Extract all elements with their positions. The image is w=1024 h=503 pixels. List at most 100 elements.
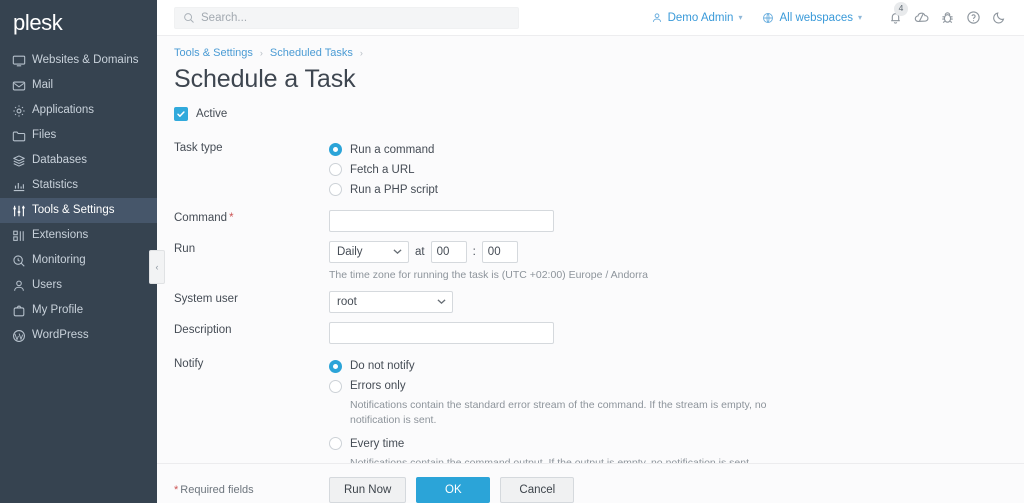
sidebar-item-label: Files [32,130,56,142]
breadcrumb-item-tools-settings[interactable]: Tools & Settings [174,47,253,59]
run-label: Run [174,241,329,255]
form-row-command: Command* [174,210,1024,232]
sidebar-item-label: Websites & Domains [32,55,139,67]
radio-label: Errors only [350,380,406,392]
wordpress-icon [12,328,32,344]
plesk-logo[interactable]: plesk [0,0,157,46]
search-icon [183,12,195,24]
sidebar-item-label: Mail [32,80,53,92]
radio-label: Fetch a URL [350,164,415,176]
content-area: Tools & Settings › Scheduled Tasks › Sch… [157,36,1024,463]
radio-every-time[interactable]: Every time [329,434,1024,454]
system-user-select[interactable]: root [329,291,453,313]
all-webspaces-menu[interactable]: All webspaces ▾ [762,12,862,24]
sidebar-item-users[interactable]: Users [0,273,157,298]
chevron-down-icon: ▾ [858,13,862,22]
errors-only-hint: Notifications contain the standard error… [350,398,780,427]
chevron-down-icon: ▾ [738,13,742,22]
sidebar-item-label: Databases [32,155,87,167]
ok-button[interactable]: OK [416,477,490,503]
demo-admin-menu[interactable]: Demo Admin ▾ [651,12,743,24]
sidebar-item-label: My Profile [32,305,83,317]
command-input[interactable] [329,210,554,232]
radio-errors-only[interactable]: Errors only [329,376,1024,396]
run-minute-input[interactable] [482,241,518,263]
sidebar-item-websites-domains[interactable]: Websites & Domains [0,48,157,73]
active-checkbox[interactable] [174,107,188,121]
sidebar-item-label: Statistics [32,180,78,192]
topbar: Demo Admin ▾ All webspaces ▾ 4 [157,0,1024,36]
cloud-icon[interactable] [908,5,934,31]
topbar-right: Demo Admin ▾ All webspaces ▾ 4 [651,5,1012,31]
radio-label: Do not notify [350,360,415,372]
run-at-text: at [415,246,425,258]
sidebar-collapse-button[interactable]: ‹ [149,250,165,284]
breadcrumb-separator: › [260,48,263,58]
sidebar-item-applications[interactable]: Applications [0,98,157,123]
schedule-task-form: Task type Run a command Fetch a URL R [174,140,1024,464]
cancel-button[interactable]: Cancel [500,477,574,503]
sidebar-item-databases[interactable]: Databases [0,148,157,173]
notify-options: Do not notify Errors only Notifications … [329,356,1024,463]
monitor-icon [12,53,32,69]
search-input[interactable] [201,12,510,24]
radio-fetch-a-url[interactable]: Fetch a URL [329,160,1024,180]
description-input[interactable] [329,322,554,344]
demo-admin-label: Demo Admin [668,12,734,24]
sidebar-item-my-profile[interactable]: My Profile [0,298,157,323]
sidebar-item-label: WordPress [32,330,89,342]
gear-icon [12,103,32,119]
radio-label: Every time [350,438,404,450]
sidebar-item-wordpress[interactable]: WordPress [0,323,157,348]
run-frequency-select-wrap: Daily [329,241,409,263]
breadcrumb-item-scheduled-tasks[interactable]: Scheduled Tasks [270,47,353,59]
active-checkbox-row: Active [174,106,1024,122]
system-user-select-wrap: root [329,291,453,313]
search-box[interactable] [174,7,519,29]
chevron-left-icon: ‹ [156,262,159,272]
description-label: Description [174,322,329,336]
help-circle-icon[interactable] [960,5,986,31]
globe-icon [762,12,774,24]
radio-label: Run a command [350,144,434,156]
task-type-label: Task type [174,140,329,154]
form-row-description: Description [174,322,1024,344]
user-icon [651,12,663,24]
sidebar-item-tools-settings[interactable]: Tools & Settings [0,198,157,223]
sidebar-item-statistics[interactable]: Statistics [0,173,157,198]
envelope-icon [12,78,32,94]
radio-indicator [329,143,342,156]
run-hour-input[interactable] [431,241,467,263]
run-frequency-select[interactable]: Daily [329,241,409,263]
form-row-run: Run Daily at [174,241,1024,283]
plesk-logo-text: plesk [13,12,62,34]
run-control: Daily at : The time zone for run [329,241,1024,283]
sidebar-item-files[interactable]: Files [0,123,157,148]
page-title: Schedule a Task [174,66,1024,94]
every-time-hint: Notifications contain the command output… [350,456,830,463]
form-footer: *Required fields Run Now OK Cancel [157,464,1024,503]
radio-run-a-command[interactable]: Run a command [329,140,1024,160]
notify-label: Notify [174,356,329,370]
sidebar-item-label: Users [32,280,62,292]
sidebar-item-extensions[interactable]: Extensions [0,223,157,248]
system-user-control: root [329,291,1024,313]
main-area: Demo Admin ▾ All webspaces ▾ 4 [157,0,1024,503]
sidebar-item-label: Tools & Settings [32,205,114,217]
bug-icon[interactable] [934,5,960,31]
radio-label: Run a PHP script [350,184,438,196]
notification-badge: 4 [894,2,908,16]
breadcrumb: Tools & Settings › Scheduled Tasks › [174,46,1024,60]
sidebar: plesk Websites & Domains Mail App [0,0,157,503]
radio-indicator [329,163,342,176]
sidebar-item-mail[interactable]: Mail [0,73,157,98]
radio-run-a-php-script[interactable]: Run a PHP script [329,180,1024,200]
dark-mode-moon-icon[interactable] [986,5,1012,31]
required-fields-text: Required fields [180,484,253,496]
timezone-hint: The time zone for running the task is (U… [329,268,759,283]
sidebar-item-monitoring[interactable]: Monitoring [0,248,157,273]
active-checkbox-label: Active [196,108,227,120]
radio-do-not-notify[interactable]: Do not notify [329,356,1024,376]
run-now-button[interactable]: Run Now [329,477,406,503]
notifications-bell-icon[interactable]: 4 [882,5,908,31]
